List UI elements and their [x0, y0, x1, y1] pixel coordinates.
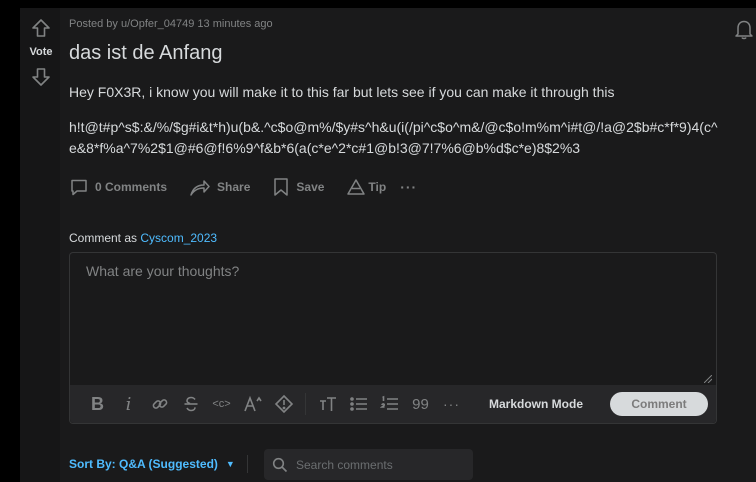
share-button[interactable]: Share [189, 177, 250, 197]
sort-label: Sort By: Q&A (Suggested) [69, 457, 218, 471]
more-icon: ··· [400, 179, 418, 195]
comment-editor[interactable]: What are your thoughts? B i <c> 99 ··· M… [69, 252, 717, 424]
comment-input[interactable]: What are your thoughts? [86, 263, 239, 279]
comment-as: Comment as Cyscom_2023 [69, 231, 217, 245]
numbered-list-icon [379, 395, 398, 410]
comment-as-label: Comment as [69, 231, 141, 245]
toolbar-more-button[interactable]: ··· [436, 392, 467, 416]
tip-label: Tip [368, 180, 387, 194]
save-label: Save [296, 180, 325, 194]
upvote-icon[interactable] [31, 18, 51, 38]
bold-button[interactable]: B [82, 392, 113, 416]
post-title: das ist de Anfang [69, 42, 223, 64]
bookmark-icon [274, 178, 289, 196]
strikethrough-button[interactable] [175, 392, 206, 416]
quote-button[interactable]: 99 [405, 392, 436, 416]
editor-toolbar: B i <c> 99 ··· Markdown Mode Comment [70, 385, 716, 423]
share-label: Share [217, 180, 251, 194]
italic-button[interactable]: i [113, 392, 144, 416]
post-actions: 0 Comments Share Save Tip ··· [69, 175, 439, 199]
superscript-button[interactable] [237, 392, 268, 416]
comment-submit-button[interactable]: Comment [610, 392, 708, 416]
toolbar-divider [305, 393, 306, 415]
tip-button[interactable]: Tip [346, 178, 386, 196]
link-icon [152, 399, 167, 409]
search-input[interactable]: Search comments [296, 458, 393, 472]
save-button[interactable]: Save [272, 177, 324, 197]
link-button[interactable] [144, 392, 175, 416]
share-icon [190, 180, 210, 196]
comments-label: 0 Comments [95, 180, 168, 194]
bulleted-list-button[interactable] [343, 392, 374, 416]
inline-code-button[interactable]: <c> [206, 392, 237, 416]
heading-button[interactable] [312, 392, 343, 416]
search-icon [272, 457, 288, 472]
post-body-line: Hey F0X3R, i know you will make it to th… [69, 84, 615, 100]
markdown-mode-button[interactable]: Markdown Mode [489, 397, 583, 411]
downvote-icon[interactable] [31, 67, 51, 87]
sort-dropdown[interactable]: Sort By: Q&A (Suggested) ▼ [69, 457, 235, 471]
spoiler-button[interactable] [268, 392, 299, 416]
comment-icon [71, 179, 87, 196]
tip-icon [347, 179, 366, 195]
chevron-down-icon: ▼ [225, 459, 235, 469]
search-comments[interactable]: Search comments [264, 449, 473, 480]
superscript-icon [243, 395, 262, 412]
numbered-list-button[interactable] [374, 392, 405, 416]
strikethrough-icon [184, 396, 197, 412]
vote-label: Vote [29, 46, 53, 58]
spoiler-icon [274, 394, 293, 414]
comment-as-username[interactable]: Cyscom_2023 [140, 231, 217, 245]
bell-icon[interactable] [733, 18, 755, 40]
bulleted-list-icon [349, 397, 367, 411]
resize-handle-icon[interactable] [704, 375, 712, 383]
post-body-encoded: h!t@t#p^s$:&/%/$g#i&t*h)u(b&.^c$o@m%/$y#… [69, 119, 718, 156]
post-meta: Posted by u/Opfer_04749 13 minutes ago [69, 18, 273, 30]
more-options-button[interactable]: ··· [400, 179, 417, 195]
heading-icon [319, 397, 336, 411]
sort-divider [247, 455, 248, 473]
comments-button[interactable]: 0 Comments [69, 177, 167, 197]
